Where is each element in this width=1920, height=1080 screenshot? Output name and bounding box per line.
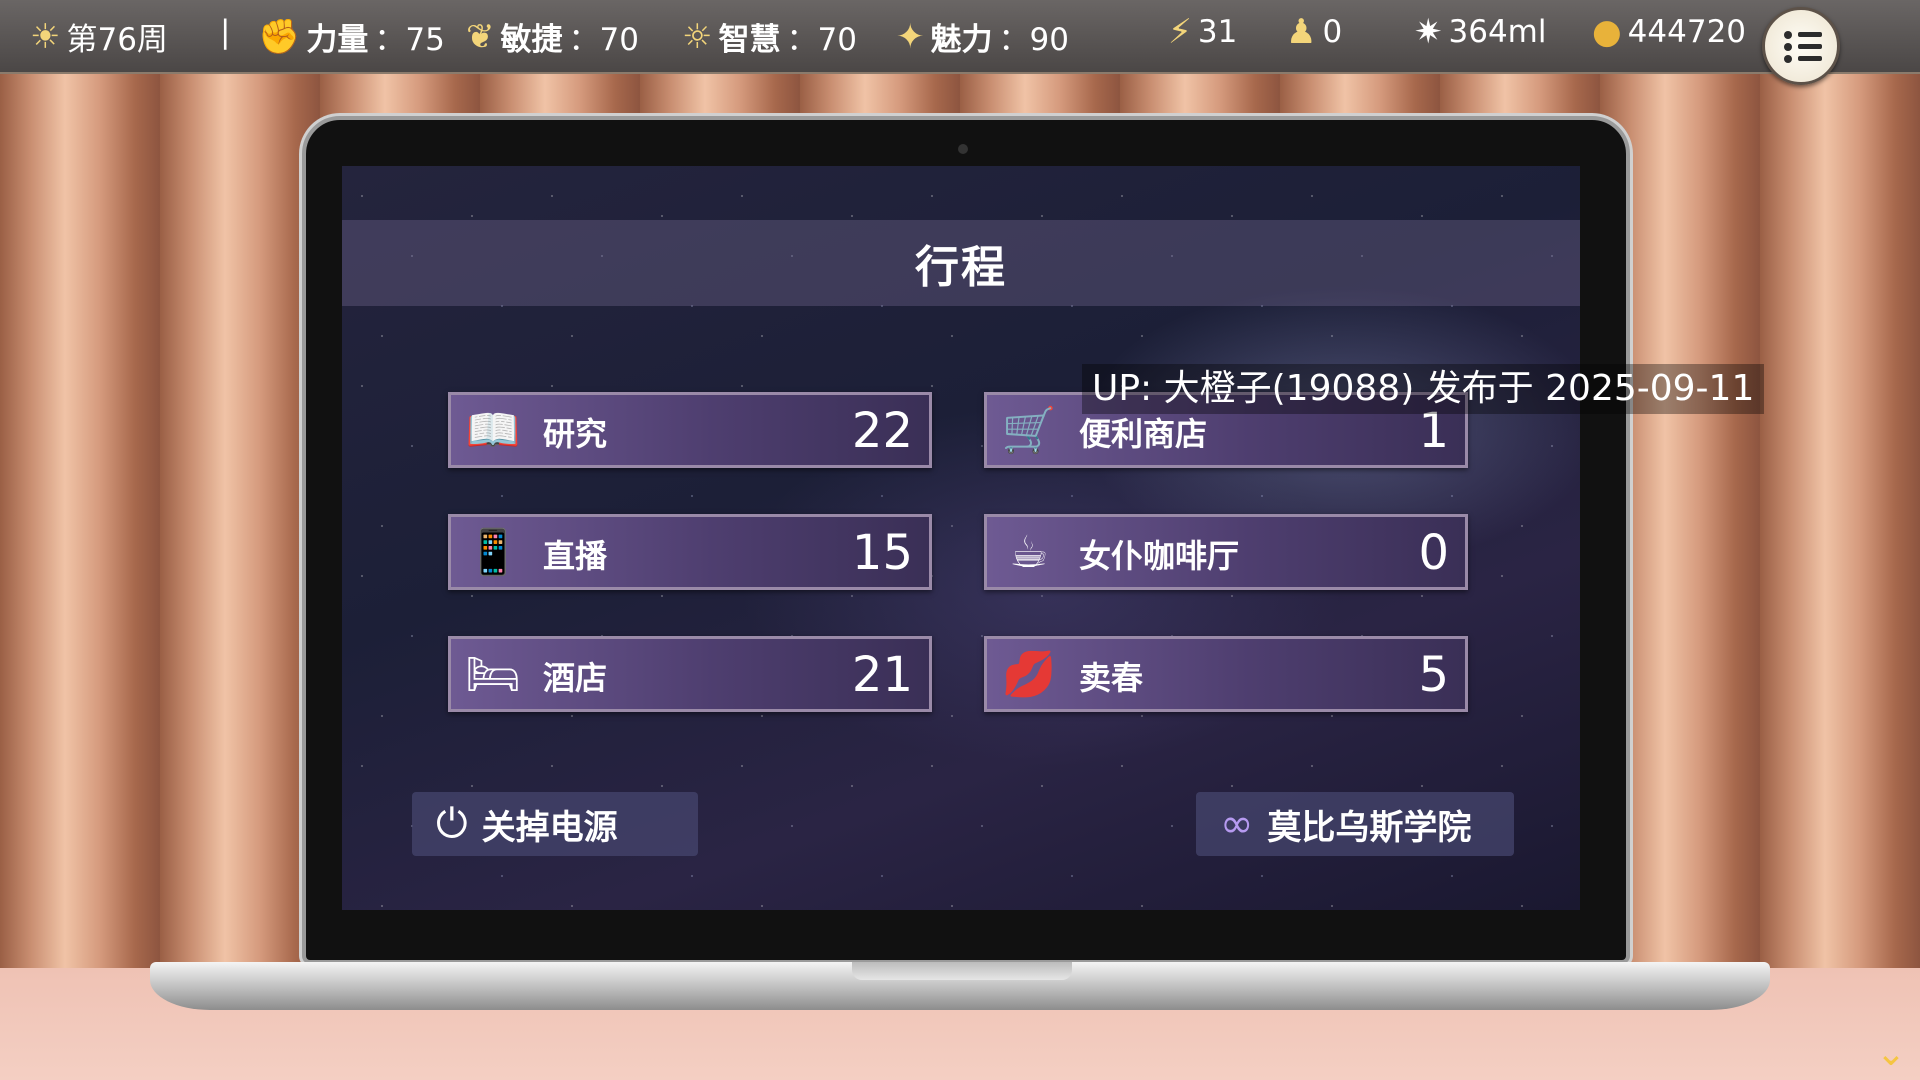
wisdom-label: 智慧 xyxy=(718,22,781,58)
splash-icon: ✷ xyxy=(1414,12,1443,52)
uploader-watermark: UP: 大橙子(19088) 发布于 2025-09-11 xyxy=(1082,364,1765,414)
schedule-count: 5 xyxy=(1418,647,1449,703)
schedule-label: 卖春 xyxy=(1079,659,1144,697)
schedule-livestream-button[interactable]: 📱 直播 15 xyxy=(448,514,932,590)
scroll-down-icon[interactable]: ⌄ xyxy=(1876,1033,1906,1074)
liquid-value: 364ml xyxy=(1448,14,1547,50)
academy-label: 莫比乌斯学院 xyxy=(1267,807,1472,848)
lightbulb-icon: ☼ xyxy=(682,16,713,57)
fist-icon: ✊ xyxy=(258,16,301,57)
power-icon: ⏻ xyxy=(436,801,468,847)
schedule-label: 研究 xyxy=(543,415,608,453)
charm-value: ：90 xyxy=(998,22,1069,58)
strength-stat: ✊ 力量 ：75 xyxy=(258,14,445,59)
schedule-hotel-button[interactable]: 🛏 酒店 21 xyxy=(448,636,932,712)
strength-label: 力量 xyxy=(306,22,369,58)
laptop-notch xyxy=(852,962,1072,980)
top-status-bar: ☀ 第76周 | ✊ 力量 ：75 ❦ 敏捷 ：70 ☼ 智慧 ：70 ✦ 魅力… xyxy=(0,0,1920,85)
feather-icon: ❦ xyxy=(466,16,495,57)
page-title: 行程 xyxy=(915,242,1007,293)
schedule-label: 酒店 xyxy=(543,659,608,697)
agility-stat: ❦ 敏捷 ：70 xyxy=(466,14,639,59)
schedule-prostitution-button[interactable]: 💋 卖春 5 xyxy=(984,636,1468,712)
schedule-label: 便利商店 xyxy=(1079,415,1208,453)
wisdom-stat: ☼ 智慧 ：70 xyxy=(682,14,857,59)
lightning-icon: ⚡ xyxy=(1168,12,1192,52)
sun-icon: ☀ xyxy=(30,16,61,57)
agility-label: 敏捷 xyxy=(500,22,563,58)
coffee-cup-icon: ☕ xyxy=(1009,527,1049,578)
schedule-count: 21 xyxy=(851,647,913,703)
energy-stat: ⚡ 31 xyxy=(1168,14,1237,50)
menu-button[interactable] xyxy=(1762,7,1840,85)
week-label: 第76周 xyxy=(66,22,168,58)
hud-separator: | xyxy=(220,14,231,50)
academy-button[interactable]: ∞ 莫比乌斯学院 xyxy=(1196,792,1514,856)
schedule-label: 直播 xyxy=(543,537,608,575)
week-indicator: ☀ 第76周 xyxy=(30,14,168,59)
schedule-count: 15 xyxy=(851,525,913,581)
money-value: 444720 xyxy=(1627,14,1747,50)
power-off-button[interactable]: ⏻ 关掉电源 xyxy=(412,792,698,856)
webcam xyxy=(958,144,968,154)
sparkle-icon: ✦ xyxy=(896,16,925,57)
laptop-screen: 行程 📖 研究 22 📱 直播 15 🛏 酒店 21 🛒 便利商店 1 ☕ 女仆… xyxy=(342,166,1580,910)
stock-stat: ♟ 0 xyxy=(1286,14,1342,50)
smartphone-icon: 📱 xyxy=(465,527,521,578)
schedule-label: 女仆咖啡厅 xyxy=(1079,537,1240,575)
book-icon: 📖 xyxy=(465,405,521,456)
coin-icon: ● xyxy=(1592,12,1622,52)
agility-value: ：70 xyxy=(568,22,639,58)
power-off-label: 关掉电源 xyxy=(481,807,618,848)
wisdom-value: ：70 xyxy=(786,22,857,58)
shopping-cart-icon: 🛒 xyxy=(1001,405,1057,456)
charm-label: 魅力 xyxy=(930,22,993,58)
strength-value: ：75 xyxy=(374,22,445,58)
schedule-count: 0 xyxy=(1418,525,1449,581)
charm-stat: ✦ 魅力 ：90 xyxy=(896,14,1069,59)
figure-icon: ♟ xyxy=(1286,12,1317,52)
stock-value: 0 xyxy=(1322,14,1343,50)
bed-icon: 🛏 xyxy=(465,649,521,700)
title-band: 行程 xyxy=(342,220,1580,306)
money-stat: ● 444720 xyxy=(1592,14,1746,50)
energy-value: 31 xyxy=(1197,14,1238,50)
schedule-maid-cafe-button[interactable]: ☕ 女仆咖啡厅 0 xyxy=(984,514,1468,590)
mobius-logo-icon: ∞ xyxy=(1220,801,1254,847)
schedule-count: 22 xyxy=(851,403,913,459)
lips-icon: 💋 xyxy=(1001,649,1057,700)
liquid-stat: ✷ 364ml xyxy=(1414,14,1546,50)
schedule-research-button[interactable]: 📖 研究 22 xyxy=(448,392,932,468)
